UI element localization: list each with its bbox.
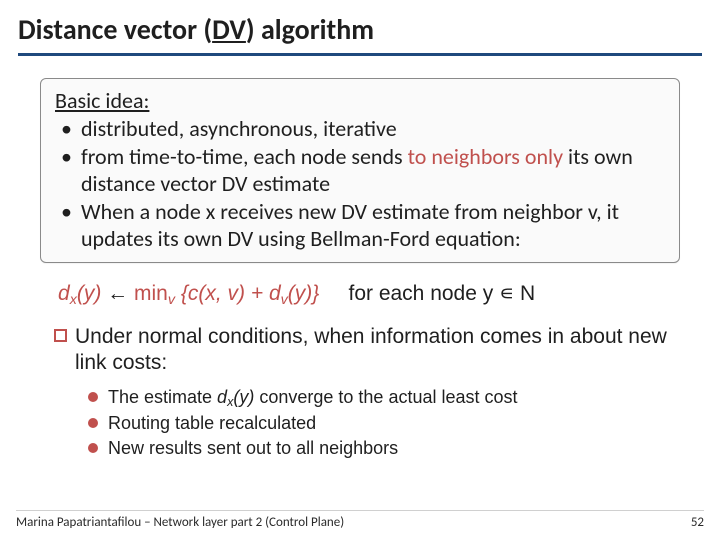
inner-sub: x <box>227 395 233 409</box>
list-item: When a node x receives new DV estimate f… <box>55 199 665 252</box>
circle-bullet-icon <box>88 418 98 428</box>
bellman-ford-equation: dx(y) ← minv {c(x, v) + dv(y)} for each … <box>58 281 676 306</box>
inner-text: New results sent out to all neighbors <box>108 437 398 460</box>
slide: Distance vector (DV) algorithm Basic ide… <box>0 0 720 540</box>
outer-text: Under normal conditions, when informatio… <box>75 324 682 377</box>
outer-item: Under normal conditions, when informatio… <box>54 324 682 377</box>
bullet-text: When a node x receives new DV estimate f… <box>81 198 619 251</box>
eq-dv-sub: v <box>281 292 288 308</box>
circle-bullet-icon <box>88 392 98 402</box>
bullet-text: distributed, asynchronous, iterative <box>81 115 397 142</box>
square-bullet-icon <box>54 329 67 342</box>
footer-left: Marina Papatriantafilou – Network layer … <box>16 515 344 530</box>
inner-text: The estimate dx(y) converge to the actua… <box>108 386 518 409</box>
bullet-accent: to neighbors only <box>408 143 568 170</box>
eq-for: for each node y <box>348 282 499 305</box>
inner-post: converge to the actual least cost <box>254 387 517 407</box>
eq-lhs-arg: (y) <box>77 282 102 305</box>
page-title: Distance vector (DV) algorithm <box>18 10 702 56</box>
footer: Marina Papatriantafilou – Network layer … <box>16 510 704 530</box>
eq-open: { <box>181 282 188 305</box>
list-item: distributed, asynchronous, iterative <box>55 116 665 142</box>
title-dv: DV <box>212 12 246 47</box>
circle-bullet-icon <box>88 443 98 453</box>
list-item: The estimate dx(y) converge to the actua… <box>88 386 682 409</box>
eq-lhs-var: d <box>58 282 70 305</box>
basic-idea-list: distributed, asynchronous, iterative fro… <box>55 116 665 252</box>
list-item: Routing table recalculated <box>88 412 682 435</box>
eq-close: } <box>312 282 319 305</box>
list-item: from time-to-time, each node sends to ne… <box>55 144 665 197</box>
bullet-text: from time-to-time, each node sends <box>81 143 408 170</box>
basic-idea-box: Basic idea: distributed, asynchronous, i… <box>40 78 680 263</box>
title-post: ) algorithm <box>246 12 374 47</box>
eq-min-sub: v <box>168 292 175 308</box>
inner-arg: (y) <box>233 387 254 407</box>
eq-min: min <box>134 282 168 305</box>
basic-idea-heading: Basic idea: <box>55 87 665 114</box>
eq-lhs-sub: x <box>70 292 77 308</box>
eq-arrow: ← <box>107 282 128 305</box>
eq-c: c(x, v) + <box>188 282 269 305</box>
inner-list: The estimate dx(y) converge to the actua… <box>88 386 682 460</box>
title-pre: Distance vector ( <box>18 12 212 47</box>
outer-block: Under normal conditions, when informatio… <box>54 324 682 461</box>
list-item: New results sent out to all neighbors <box>88 437 682 460</box>
eq-set: N <box>514 282 535 305</box>
inner-pre: The estimate <box>108 387 217 407</box>
eq-dv-var: d <box>269 282 281 305</box>
page-number: 52 <box>691 515 704 530</box>
eq-isin: ∊ <box>499 282 514 305</box>
inner-var: d <box>217 387 227 407</box>
inner-text: Routing table recalculated <box>108 412 316 435</box>
eq-dv-arg: (y) <box>288 282 313 305</box>
